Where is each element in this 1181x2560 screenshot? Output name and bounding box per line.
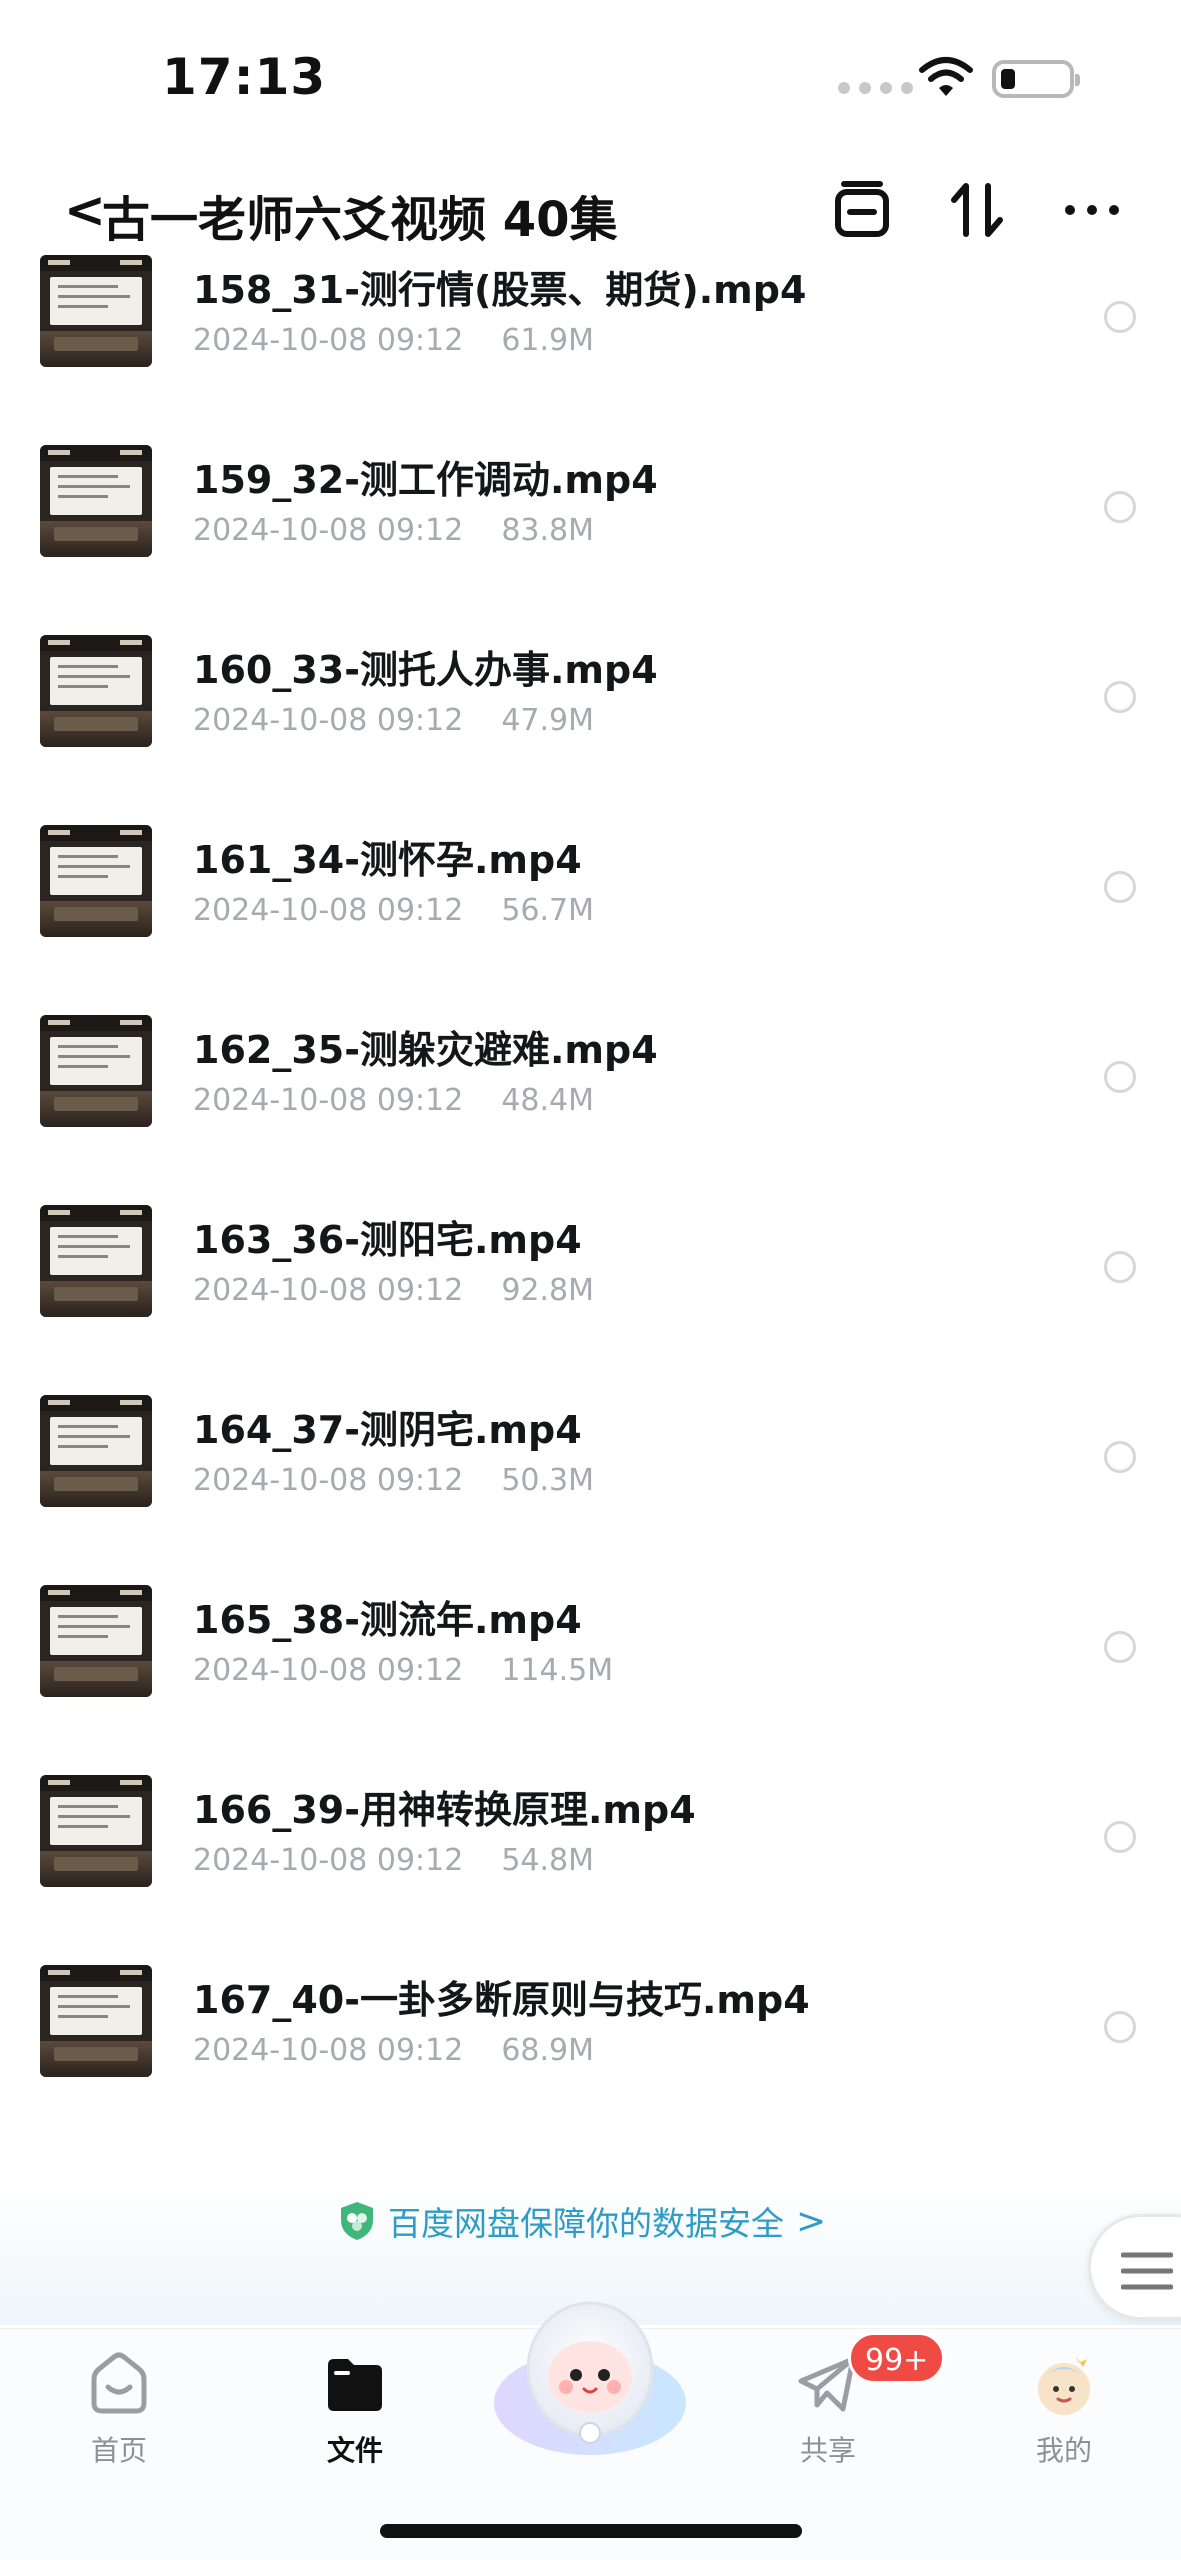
video-thumbnail: [40, 1015, 152, 1127]
sort-icon[interactable]: [946, 178, 1010, 242]
file-name: 160_33-测托人办事.mp4: [193, 648, 658, 692]
file-item[interactable]: 165_38-测流年.mp4 2024-10-08 09:12 114.5M: [0, 1585, 1181, 1775]
select-radio[interactable]: [1104, 1251, 1136, 1283]
file-meta: 2024-10-08 09:12 48.4M: [193, 1083, 594, 1118]
file-date: 2024-10-08 09:12: [193, 2033, 464, 2068]
file-name: 162_35-测躲灾避难.mp4: [193, 1028, 658, 1072]
select-radio[interactable]: [1104, 871, 1136, 903]
file-item[interactable]: 163_36-测阳宅.mp4 2024-10-08 09:12 92.8M: [0, 1205, 1181, 1395]
file-date: 2024-10-08 09:12: [193, 1083, 464, 1118]
file-item[interactable]: 160_33-测托人办事.mp4 2024-10-08 09:12 47.9M: [0, 635, 1181, 825]
tab-files[interactable]: 文件: [290, 2349, 420, 2469]
select-radio[interactable]: [1104, 301, 1136, 333]
file-name: 164_37-测阴宅.mp4: [193, 1408, 582, 1452]
security-text: 百度网盘保障你的数据安全: [388, 2204, 784, 2243]
assistant-mascot-icon[interactable]: [490, 2291, 690, 2461]
status-time: 17:13: [162, 48, 327, 106]
file-size: 114.5M: [501, 1653, 614, 1688]
tab-label: 共享: [799, 2434, 856, 2467]
select-radio[interactable]: [1104, 1061, 1136, 1093]
status-bar: 17:13: [0, 0, 1181, 160]
file-meta: 2024-10-08 09:12 56.7M: [193, 893, 594, 928]
select-radio[interactable]: [1104, 2011, 1136, 2043]
file-size: 68.9M: [501, 2033, 595, 2068]
cellular-signal-icon: [838, 82, 913, 94]
video-thumbnail: [40, 255, 152, 367]
file-date: 2024-10-08 09:12: [193, 703, 464, 738]
back-icon: <: [64, 181, 106, 239]
video-thumbnail: [40, 1395, 152, 1507]
shield-icon: [341, 2202, 373, 2240]
more-icon[interactable]: [1060, 178, 1124, 242]
file-name: 159_32-测工作调动.mp4: [193, 458, 658, 502]
file-date: 2024-10-08 09:12: [193, 513, 464, 548]
page-title: 古一老师六爻视频 40集: [102, 192, 618, 248]
file-size: 61.9M: [501, 323, 595, 358]
file-item[interactable]: 161_34-测怀孕.mp4 2024-10-08 09:12 56.7M: [0, 825, 1181, 1015]
file-meta: 2024-10-08 09:12 92.8M: [193, 1273, 594, 1308]
file-date: 2024-10-08 09:12: [193, 1273, 464, 1308]
video-thumbnail: [40, 635, 152, 747]
wifi-icon: [919, 57, 973, 96]
select-radio[interactable]: [1104, 1821, 1136, 1853]
menu-icon: [1121, 2252, 1173, 2290]
file-name: 163_36-测阳宅.mp4: [193, 1218, 582, 1262]
file-meta: 2024-10-08 09:12 50.3M: [193, 1463, 594, 1498]
file-item[interactable]: 159_32-测工作调动.mp4 2024-10-08 09:12 83.8M: [0, 445, 1181, 635]
select-radio[interactable]: [1104, 1441, 1136, 1473]
file-item[interactable]: 158_31-测行情(股票、期货).mp4 2024-10-08 09:12 61…: [0, 255, 1181, 445]
file-name: 158_31-测行情(股票、期货).mp4: [193, 268, 807, 312]
file-size: 92.8M: [501, 1273, 595, 1308]
nav-header: < 古一老师六爻视频 40集: [0, 160, 1181, 270]
file-meta: 2024-10-08 09:12 114.5M: [193, 1653, 613, 1688]
file-name: 165_38-测流年.mp4: [193, 1598, 582, 1642]
file-date: 2024-10-08 09:12: [193, 1653, 464, 1688]
file-date: 2024-10-08 09:12: [193, 893, 464, 928]
file-item[interactable]: 164_37-测阴宅.mp4 2024-10-08 09:12 50.3M: [0, 1395, 1181, 1585]
file-name: 161_34-测怀孕.mp4: [193, 838, 582, 882]
tab-mine[interactable]: 我的: [999, 2349, 1129, 2469]
folder-icon: [328, 2359, 382, 2411]
file-size: 54.8M: [501, 1843, 595, 1878]
file-size: 48.4M: [501, 1083, 595, 1118]
file-name: 167_40-一卦多断原则与技巧.mp4: [193, 1978, 810, 2022]
file-meta: 2024-10-08 09:12 61.9M: [193, 323, 594, 358]
video-thumbnail: [40, 1205, 152, 1317]
file-item[interactable]: 166_39-用神转换原理.mp4 2024-10-08 09:12 54.8M: [0, 1775, 1181, 1965]
share-badge: 99+: [848, 2332, 946, 2384]
video-thumbnail: [40, 445, 152, 557]
avatar: [1038, 2355, 1090, 2415]
video-thumbnail: [40, 825, 152, 937]
tab-home[interactable]: 首页: [54, 2349, 184, 2469]
chevron-right-icon: >: [796, 2200, 827, 2242]
home-indicator: [380, 2524, 802, 2538]
file-size: 50.3M: [501, 1463, 595, 1498]
multi-select-icon[interactable]: [830, 178, 894, 242]
video-thumbnail: [40, 1965, 152, 2077]
select-radio[interactable]: [1104, 491, 1136, 523]
file-size: 83.8M: [501, 513, 595, 548]
select-radio[interactable]: [1104, 681, 1136, 713]
file-size: 47.9M: [501, 703, 595, 738]
file-item[interactable]: 162_35-测躲灾避难.mp4 2024-10-08 09:12 48.4M: [0, 1015, 1181, 1205]
file-date: 2024-10-08 09:12: [193, 1843, 464, 1878]
tab-label: 首页: [90, 2434, 147, 2467]
file-date: 2024-10-08 09:12: [193, 1463, 464, 1498]
file-size: 56.7M: [501, 893, 595, 928]
file-meta: 2024-10-08 09:12 68.9M: [193, 2033, 594, 2068]
battery-icon: [992, 60, 1080, 98]
select-radio[interactable]: [1104, 1631, 1136, 1663]
video-thumbnail: [40, 1775, 152, 1887]
tab-label: 我的: [1035, 2434, 1092, 2467]
file-name: 166_39-用神转换原理.mp4: [193, 1788, 696, 1832]
file-meta: 2024-10-08 09:12 54.8M: [193, 1843, 594, 1878]
video-thumbnail: [40, 1585, 152, 1697]
file-meta: 2024-10-08 09:12 83.8M: [193, 513, 594, 548]
file-date: 2024-10-08 09:12: [193, 323, 464, 358]
tab-label: 文件: [326, 2434, 383, 2467]
file-meta: 2024-10-08 09:12 47.9M: [193, 703, 594, 738]
file-item[interactable]: 167_40-一卦多断原则与技巧.mp4 2024-10-08 09:12 68.…: [0, 1965, 1181, 2155]
home-icon: [91, 2352, 147, 2414]
